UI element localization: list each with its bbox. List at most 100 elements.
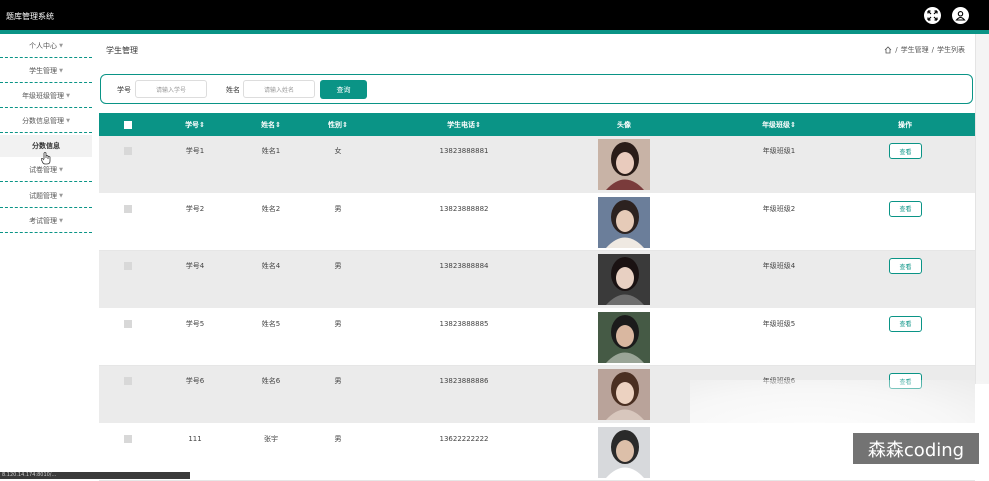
- row-checkbox[interactable]: [119, 261, 136, 271]
- cell-name: 姓名5: [261, 319, 281, 328]
- status-bar: 8.120.14.174:8010/...: [0, 472, 190, 479]
- page-title: 学生管理: [106, 46, 138, 55]
- breadcrumb: / 学生管理 / 学生列表: [884, 45, 965, 55]
- column-header-phone[interactable]: 学生电话 ⇕: [409, 113, 519, 136]
- student-avatar-image: [598, 426, 650, 478]
- cell-phone: 13823888884: [439, 262, 489, 270]
- fullscreen-icon[interactable]: [924, 7, 941, 24]
- sidebar-item-exam-management[interactable]: 考试管理 ▼: [0, 209, 92, 233]
- cell-gender: 男: [334, 319, 342, 328]
- header-label: 性别: [328, 120, 343, 129]
- header-label: 学号: [185, 120, 200, 129]
- column-header-avatar: 头像: [598, 113, 650, 136]
- sidebar-item-label: 试卷管理: [29, 165, 58, 174]
- cell-name: 姓名4: [261, 262, 281, 270]
- student-avatar-image: [598, 311, 650, 363]
- cell-name: 姓名1: [261, 147, 281, 155]
- chevron-down-icon: ▼: [66, 92, 70, 99]
- view-button[interactable]: 查看: [889, 200, 922, 217]
- header-label: 头像: [617, 120, 631, 129]
- cell-phone: 13823888885: [439, 319, 489, 328]
- cell-phone: 13823888881: [439, 147, 489, 155]
- view-button[interactable]: 查看: [889, 315, 922, 332]
- cell-class: 年级班级5: [762, 319, 796, 328]
- sidebar-item-label: 分数信息: [32, 142, 60, 150]
- cell-student-no: 学号6: [185, 377, 205, 385]
- cell-name: 姓名6: [261, 377, 281, 385]
- chevron-down-icon: ▼: [59, 42, 63, 49]
- student-avatar-image: [598, 369, 650, 420]
- sidebar-item-score-management[interactable]: 分数信息管理 ▼: [0, 109, 92, 133]
- column-header-name[interactable]: 姓名 ⇕: [245, 113, 297, 136]
- cell-student-no: 学号5: [185, 319, 205, 328]
- view-button[interactable]: 查看: [889, 143, 922, 159]
- user-icon[interactable]: [952, 7, 969, 24]
- table-header: 学号 ⇕ 姓名 ⇕ 性别 ⇕ 学生电话 ⇕ 头像 年级班级 ⇕ 操作: [99, 113, 975, 136]
- student-avatar-image: [598, 196, 650, 248]
- view-button[interactable]: 查看: [889, 258, 922, 274]
- search-button[interactable]: 查询: [320, 80, 367, 99]
- cell-gender: 男: [334, 434, 342, 443]
- student-avatar-image: [598, 254, 650, 305]
- blur-overlay: [690, 380, 989, 479]
- cell-class: 年级班级4: [762, 262, 796, 270]
- breadcrumb-separator: /: [931, 46, 934, 54]
- sidebar-item-personal-center[interactable]: 个人中心 ▼: [0, 34, 92, 58]
- watermark: 森森coding: [853, 433, 979, 464]
- column-header-student-no[interactable]: 学号 ⇕: [169, 113, 221, 136]
- header-label: 年级班级: [762, 120, 791, 129]
- chevron-down-icon: ▼: [59, 67, 63, 74]
- row-checkbox[interactable]: [119, 376, 136, 386]
- sidebar-item-label: 个人中心: [29, 41, 58, 50]
- chevron-down-icon: ▼: [66, 117, 70, 124]
- student-avatar-image: [598, 139, 650, 190]
- sidebar-item-question-management[interactable]: 试题管理 ▼: [0, 184, 92, 208]
- sidebar-item-class-management[interactable]: 年级班级管理 ▼: [0, 84, 92, 108]
- home-icon[interactable]: [884, 46, 892, 54]
- row-checkbox[interactable]: [119, 146, 136, 156]
- app-title: 题库管理系统: [6, 12, 54, 21]
- cell-class: 年级班级1: [762, 147, 796, 155]
- cell-gender: 女: [334, 147, 342, 155]
- sidebar: 个人中心 ▼ 学生管理 ▼ 年级班级管理 ▼ 分数信息管理 ▼ 分数信息 试卷管理 ▼ 试…: [0, 34, 92, 479]
- row-checkbox[interactable]: [119, 319, 136, 329]
- column-header-action: 操作: [879, 113, 931, 136]
- sidebar-item-label: 年级班级管理: [22, 91, 65, 100]
- sidebar-item-student-management[interactable]: 学生管理 ▼: [0, 59, 92, 83]
- table-row: 学号1 姓名1 女 13823888881 年级班级1 查看: [99, 136, 975, 193]
- column-header-class[interactable]: 年级班级 ⇕: [739, 113, 819, 136]
- cell-name: 姓名2: [261, 204, 281, 213]
- sidebar-item-label: 学生管理: [29, 66, 58, 75]
- chevron-down-icon: ▼: [59, 166, 63, 173]
- header-label: 姓名: [261, 120, 276, 129]
- search-panel: 学号 请输入学号 姓名 请输入姓名 查询: [100, 74, 973, 104]
- cell-phone: 13823888882: [439, 204, 489, 213]
- row-checkbox[interactable]: [119, 434, 136, 444]
- cell-gender: 男: [334, 204, 342, 213]
- select-all-checkbox[interactable]: [119, 113, 136, 136]
- cell-student-no: 学号1: [185, 147, 205, 155]
- cell-gender: 男: [334, 377, 342, 385]
- scrollbar[interactable]: [975, 34, 989, 384]
- breadcrumb-separator: /: [895, 46, 898, 54]
- cell-phone: 13823888886: [439, 377, 489, 385]
- sidebar-item-label: 分数信息管理: [22, 116, 65, 125]
- sidebar-item-label: 试题管理: [29, 191, 58, 200]
- hand-cursor-icon: [41, 152, 51, 165]
- column-header-gender[interactable]: 性别 ⇕: [312, 113, 364, 136]
- sidebar-item-label: 考试管理: [29, 216, 58, 225]
- name-input[interactable]: 请输入姓名: [243, 80, 315, 98]
- cell-name: 张宇: [264, 434, 278, 443]
- cell-gender: 男: [334, 262, 342, 270]
- table-row: 学号2 姓名2 男 13823888882 年级班级2 查看: [99, 193, 975, 251]
- cell-class: 年级班级2: [762, 204, 796, 213]
- breadcrumb-item[interactable]: 学生管理: [901, 45, 929, 55]
- row-checkbox[interactable]: [119, 204, 136, 214]
- header-label: 学生电话: [447, 120, 476, 129]
- header-label: 操作: [898, 120, 912, 129]
- breadcrumb-item: 学生列表: [937, 46, 965, 54]
- student-no-input[interactable]: 请输入学号: [135, 80, 207, 98]
- top-bar: 题库管理系统: [0, 0, 989, 30]
- cell-phone: 13622222222: [439, 434, 489, 443]
- table-row: 学号4 姓名4 男 13823888884 年级班级4 查看: [99, 251, 975, 308]
